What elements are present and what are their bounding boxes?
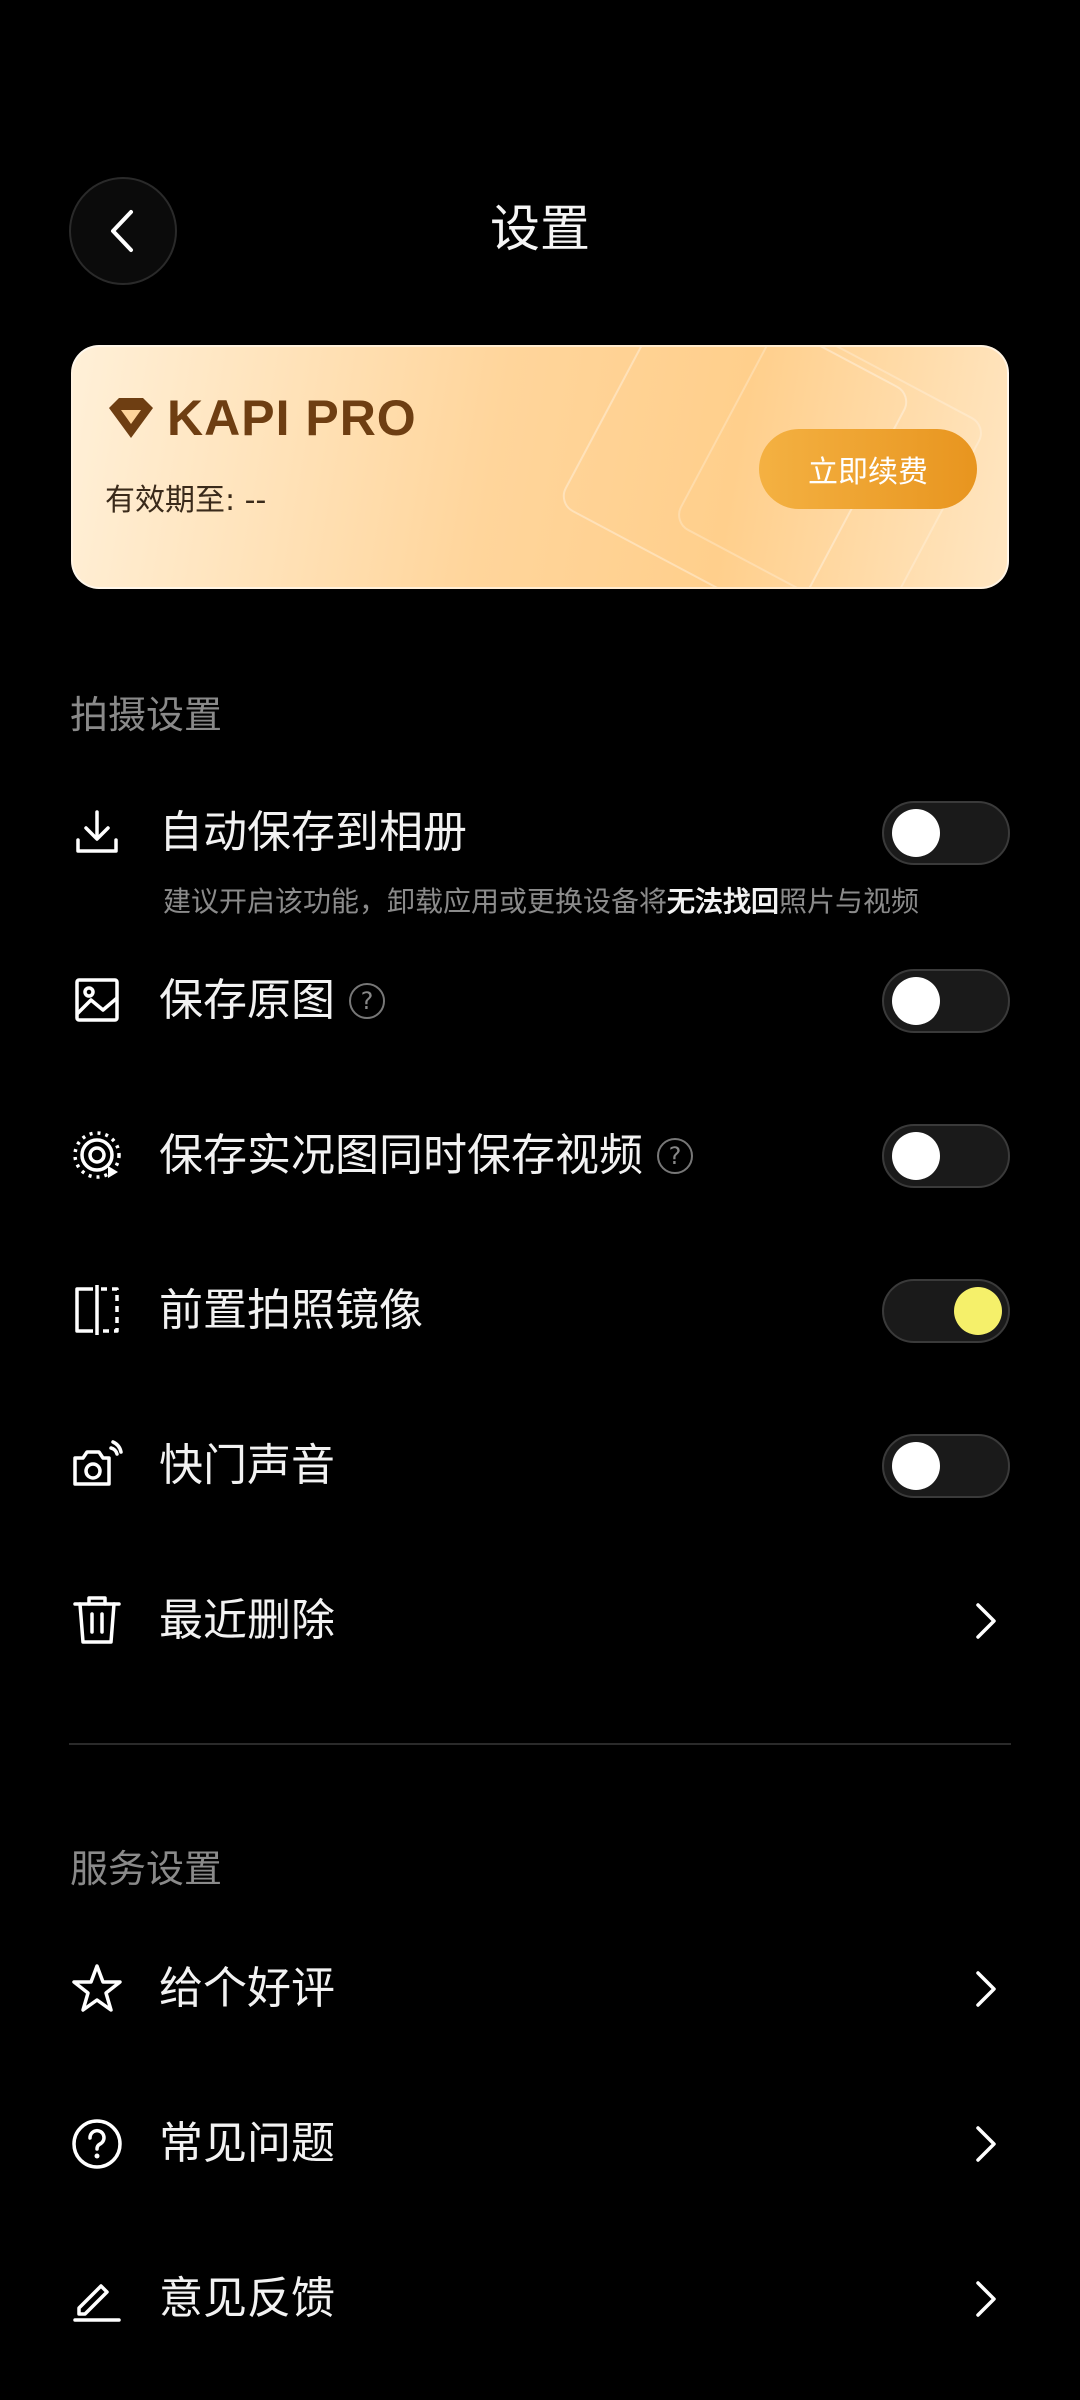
camera-sound-icon — [66, 1434, 128, 1496]
section-title-shooting: 拍摄设置 — [70, 693, 223, 737]
feedback-label: 意见反馈 — [159, 2273, 335, 2324]
trash-icon — [66, 1589, 128, 1651]
toggle-knob — [892, 1132, 940, 1180]
pro-title: KAPI PRO — [167, 390, 417, 446]
rate-us-chevron-right-icon[interactable] — [966, 1964, 1006, 2014]
live-photo-icon — [66, 1124, 128, 1186]
toggle-knob — [892, 977, 940, 1025]
question-circle-icon — [66, 2113, 128, 2175]
pro-membership-card[interactable]: KAPI PRO 有效期至: -- 立即续费 — [71, 345, 1009, 589]
renew-button[interactable]: 立即续费 — [759, 429, 977, 509]
help-icon[interactable]: ? — [657, 1138, 693, 1174]
feedback-chevron-right-icon[interactable] — [966, 2274, 1006, 2324]
pro-expiry: 有效期至: -- — [105, 483, 267, 518]
rate-us-label: 给个好评 — [159, 1963, 335, 2014]
auto-save-label: 自动保存到相册 — [159, 807, 467, 858]
shutter-sound-toggle[interactable] — [882, 1434, 1010, 1498]
download-icon — [66, 801, 128, 863]
edit-icon — [66, 2268, 128, 2330]
mirror-icon — [66, 1279, 128, 1341]
auto-save-hint: 建议开启该功能，卸载应用或更换设备将无法找回照片与视频 — [163, 885, 920, 918]
diamond-icon — [109, 398, 153, 438]
star-icon — [66, 1958, 128, 2020]
shutter-sound-label: 快门声音 — [159, 1440, 335, 1491]
faq-label: 常见问题 — [159, 2118, 335, 2169]
front-mirror-toggle[interactable] — [882, 1279, 1010, 1343]
help-icon[interactable]: ? — [349, 983, 385, 1019]
save-original-label: 保存原图? — [159, 973, 385, 1029]
auto-save-toggle[interactable] — [882, 801, 1010, 865]
recently-deleted-chevron-right-icon[interactable] — [966, 1596, 1006, 1646]
toggle-knob — [892, 809, 940, 857]
image-icon — [66, 969, 128, 1031]
save-original-toggle[interactable] — [882, 969, 1010, 1033]
toggle-knob — [892, 1442, 940, 1490]
faq-chevron-right-icon[interactable] — [966, 2119, 1006, 2169]
page-title: 设置 — [490, 200, 590, 258]
save-live-video-label: 保存实况图同时保存视频? — [159, 1128, 693, 1184]
section-divider — [69, 1743, 1011, 1745]
recently-deleted-label: 最近删除 — [159, 1595, 335, 1646]
front-mirror-label: 前置拍照镜像 — [159, 1285, 423, 1336]
section-title-service: 服务设置 — [70, 1847, 223, 1891]
toggle-knob — [954, 1287, 1002, 1335]
pro-logo: KAPI PRO — [105, 389, 417, 447]
save-live-video-toggle[interactable] — [882, 1124, 1010, 1188]
